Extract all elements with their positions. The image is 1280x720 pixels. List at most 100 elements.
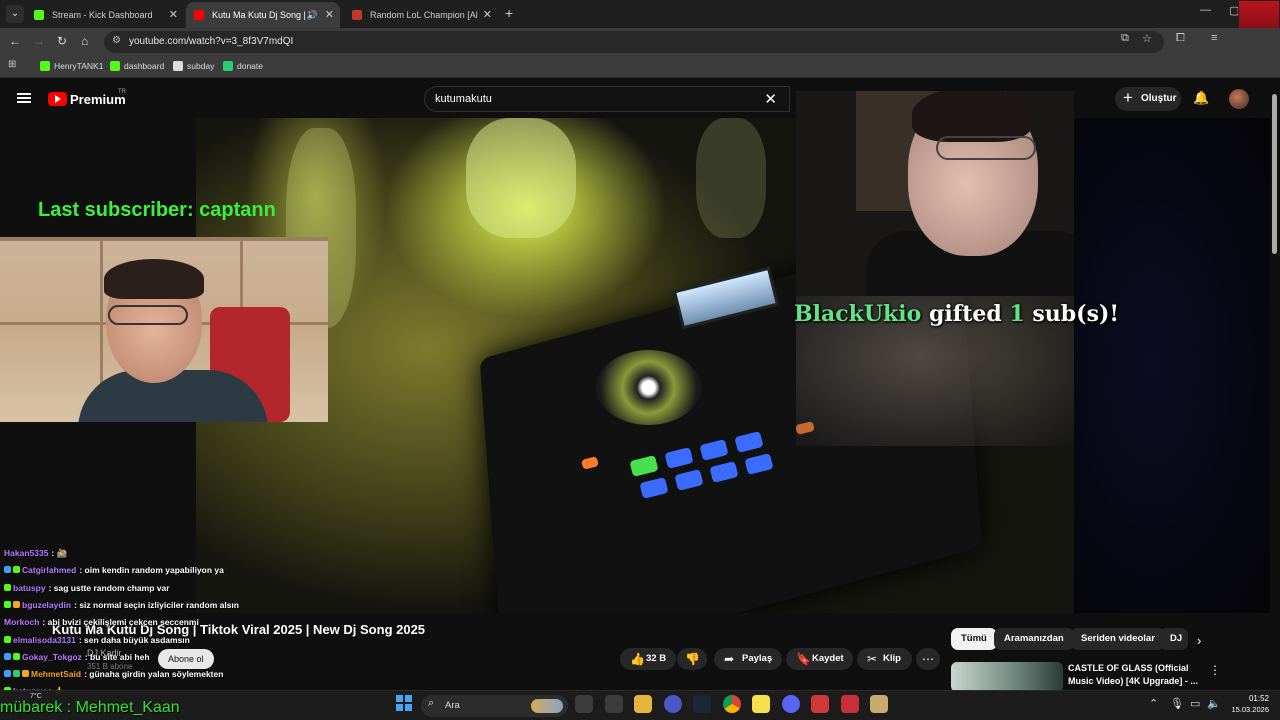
back-arrow-icon[interactable]: ← [9,34,21,48]
league-client-icon[interactable] [840,695,859,713]
bookmark-subday[interactable]: subday [173,60,214,72]
address-bar[interactable]: ⚙ youtube.com/watch?v=3_8f3V7mdQI [104,31,1164,53]
clip-label: Klip [883,653,901,664]
chat-username: bguzelaydin [22,599,72,610]
youtube-logo-icon[interactable] [48,92,67,106]
tab-close-icon[interactable]: ✕ [483,2,492,28]
steam-icon[interactable] [693,695,711,713]
chip-dj[interactable]: DJ [1160,628,1188,650]
extensions-icon[interactable]: ⧠ [1176,32,1185,45]
display-icon[interactable]: ▭ [1190,697,1200,710]
browser-tab-bar: ⌄ Stream - Kick Dashboard ✕ Kutu Ma Kutu… [0,0,1280,28]
scissors-icon: ✂ [867,652,878,666]
clip-button[interactable]: ✂ Klip [857,648,912,670]
more-actions-button[interactable]: ⋯ [916,648,940,670]
scrollbar-thumb[interactable] [1272,94,1277,254]
bookmark-henrytank1[interactable]: HenryTANK1 [40,60,103,72]
bookmark-dashboard[interactable]: dashboard [110,60,164,72]
youtube-search-input[interactable]: kutumakutu ✕ [424,86,790,112]
chat-text: : siz normal seçin izliyiciler random al… [74,599,239,610]
discord-icon[interactable] [781,695,800,713]
save-button[interactable]: 🔖 Kaydet [786,648,853,670]
dislike-button[interactable]: 👎 [677,648,707,670]
site-info-icon[interactable]: ⚙ [112,35,121,46]
chat-message: Hakan5335: 🚵 [4,548,67,559]
chip-from-series[interactable]: Seriden videolar [1071,628,1165,650]
forward-arrow-icon[interactable]: → [33,34,45,48]
hamburger-menu-icon[interactable] [17,93,31,103]
tab-close-icon[interactable]: ✕ [325,2,334,28]
chat-message: Gokay_Tokgoz: bu site abi heh [4,652,150,662]
share-label: Paylaş [742,653,773,664]
chat-text: : sen daha büyük asdamsın [78,634,190,645]
search-highlight-art [531,699,563,713]
riot-icon[interactable] [811,695,829,713]
like-button[interactable]: 👍 32 B [620,648,676,670]
clear-search-icon[interactable]: ✕ [764,90,777,108]
chat-message: bguzelaydin: siz normal seçin izliyicile… [4,600,239,610]
create-button[interactable]: Oluştur [1115,86,1181,111]
tab-close-icon[interactable]: ✕ [169,2,178,28]
taskbar-search-placeholder: Ara [445,700,460,711]
more-vertical-icon[interactable]: ⋮ [1209,663,1221,677]
chat-text: : günaha girdin yalan söylemekten [84,669,224,680]
reload-icon[interactable]: ↻ [57,34,67,48]
dancer-figure [466,118,576,238]
recommended-video-thumbnail[interactable] [951,662,1063,692]
chat-badge-icon [4,583,11,591]
new-tab-button[interactable]: + [505,5,513,21]
apps-grid-icon[interactable]: ⊞ [8,59,16,70]
chat-text: : bu site abi heh [84,651,150,662]
chat-badge-icon [13,566,20,574]
chip-all[interactable]: Tümü [951,628,997,650]
reading-list-icon[interactable]: ≡ [1211,32,1217,44]
tab-label: Kutu Ma Kutu Dj Song | Tikto [212,10,310,20]
minimize-button[interactable]: — [1200,4,1211,16]
lol-favicon-icon [352,10,362,20]
youtube-favicon-icon [194,10,204,20]
save-label: Kaydet [812,653,844,664]
chat-username: Gokay_Tokgoz [22,651,82,662]
tab-kick-dashboard[interactable]: Stream - Kick Dashboard ✕ [26,2,184,28]
url-text[interactable]: youtube.com/watch?v=3_8f3V7mdQI [129,31,293,53]
bookmarks-bar: ⊞ HenryTANK1 dashboard subday donate [0,56,1280,78]
tab-youtube-video[interactable]: Kutu Ma Kutu Dj Song | Tikto 🔊 ✕ [186,2,340,28]
search-query-text[interactable]: kutumakutu [435,87,492,111]
tab-search-button[interactable]: ⌄ [6,5,24,23]
windows-start-icon[interactable] [396,695,412,711]
search-icon: ⌕ [428,697,435,709]
calculator-icon[interactable] [604,695,623,713]
clock-date[interactable]: 15.03.2026 [1227,705,1269,714]
chat-badge-icon [22,670,29,678]
page-scrollbar[interactable] [1270,82,1280,690]
obs-icon[interactable] [663,695,682,713]
share-button[interactable]: ➦ Paylaş [714,648,782,670]
chevron-right-icon[interactable]: › [1197,633,1201,648]
notifications-bell-icon[interactable]: 🔔 [1193,90,1209,106]
taskbar-search-box[interactable]: ⌕ Ara [421,695,568,717]
chip-from-search[interactable]: Aramanızdan [994,628,1074,650]
tab-random-lol-champion[interactable]: Random LoL Champion [All Ch ✕ [344,2,498,28]
chrome-icon[interactable] [722,695,741,713]
jog-wheel [596,350,701,425]
tray-chevron-icon[interactable]: ⌃ [1149,697,1158,710]
account-avatar[interactable] [1229,89,1249,109]
audio-playing-icon[interactable]: 🔊 [307,2,318,28]
volume-icon[interactable]: 🔈 [1207,697,1221,710]
folder-icon[interactable] [634,695,652,713]
chat-text: : abi bvizi çekilişlemi çekcen seccenmi [42,617,199,628]
bookmark-donate[interactable]: donate [223,60,263,72]
chat-username: Catgirlahmed [22,565,77,576]
cast-icon[interactable]: ⧉ [1121,32,1129,45]
gift-count: 1 [1009,301,1025,327]
chat-message: batuspy: sag ustte random champ var [4,583,170,593]
lol-icon[interactable] [870,695,888,713]
recommended-video-title[interactable]: CASTLE OF GLASS (Official Music Video) [… [1068,662,1203,688]
file-explorer-icon[interactable] [575,695,593,713]
notes-icon[interactable] [752,695,770,713]
clock-time[interactable]: 01:52 [1235,694,1269,703]
cabinet-edge [0,237,328,241]
home-icon[interactable]: ⌂ [81,34,88,48]
microphone-icon[interactable]: 🎙 [1170,697,1184,710]
bookmark-star-icon[interactable]: ☆ [1142,32,1152,45]
